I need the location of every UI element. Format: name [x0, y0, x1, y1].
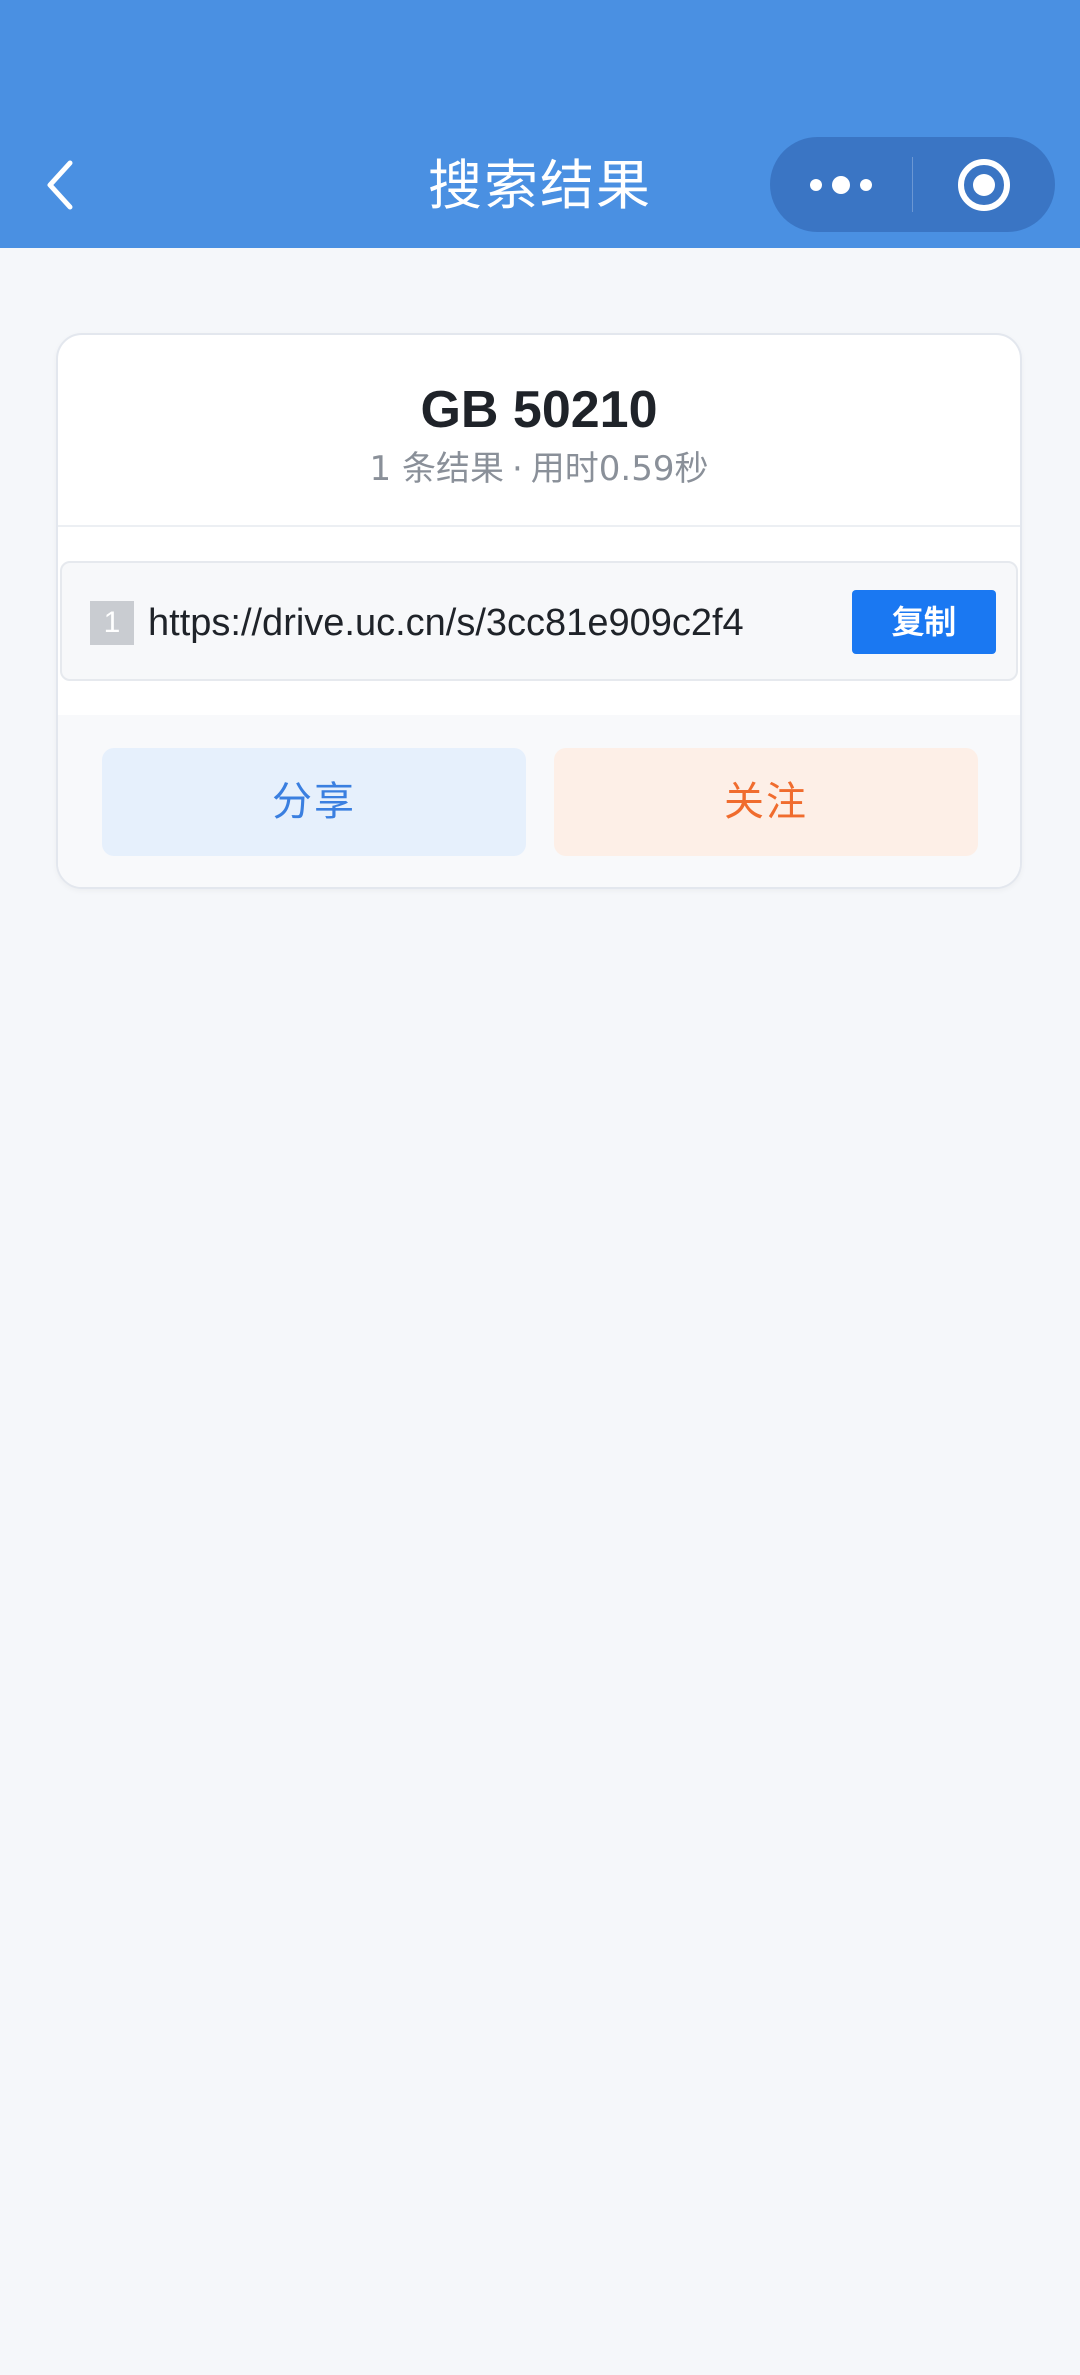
card-divider: [58, 525, 1020, 527]
copy-button[interactable]: 复制: [852, 590, 996, 654]
nav-header: 搜索结果: [0, 0, 1080, 248]
result-row: 1 https://drive.uc.cn/s/3cc81e909c2f4 复制: [60, 561, 1018, 681]
result-card: GB 50210 1 条结果 · 用时0.59秒 1 https://drive.u…: [56, 333, 1022, 889]
close-button[interactable]: [913, 137, 1055, 232]
result-count: 1 条结果: [369, 449, 504, 489]
result-index-badge: 1: [90, 601, 134, 645]
mini-program-capsule: [770, 137, 1055, 232]
result-meta: 1 条结果 · 用时0.59秒: [58, 445, 1020, 493]
target-circle-icon: [958, 158, 1010, 211]
result-link[interactable]: https://drive.uc.cn/s/3cc81e909c2f4: [148, 593, 744, 653]
share-button[interactable]: 分享: [102, 748, 526, 856]
elapsed-time: 用时0.59秒: [530, 449, 709, 489]
actions-area: 分享 关注: [58, 715, 1020, 887]
query-title: GB 50210: [420, 381, 658, 439]
meta-separator: ·: [511, 449, 523, 489]
more-button[interactable]: [770, 137, 912, 232]
more-dots-icon: [810, 175, 872, 194]
follow-button[interactable]: 关注: [554, 748, 978, 856]
